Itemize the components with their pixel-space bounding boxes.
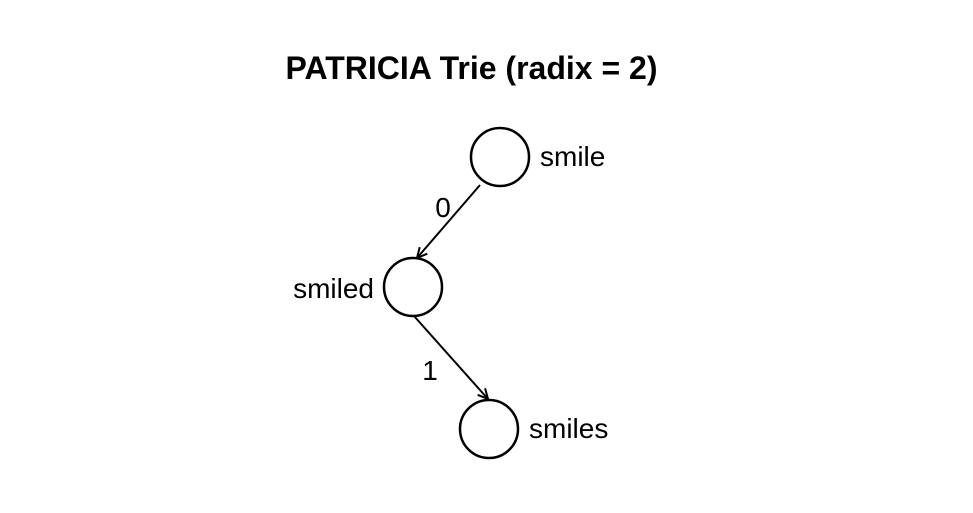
trie-node-smiles [458, 398, 520, 460]
node-label-smiles: smiles [529, 413, 608, 444]
edge-label-0: 0 [435, 192, 451, 223]
trie-node-smile [469, 126, 531, 188]
node-label-smile: smile [540, 141, 605, 172]
trie-node-smiled [382, 256, 444, 318]
trie-diagram: 0 1 smile smiled smiles [293, 126, 608, 460]
node-label-smiled: smiled [293, 273, 374, 304]
edge-label-1: 1 [422, 355, 438, 386]
diagram-slide: PATRICIA Trie (radix = 2) 0 1 smile smil… [0, 0, 973, 513]
